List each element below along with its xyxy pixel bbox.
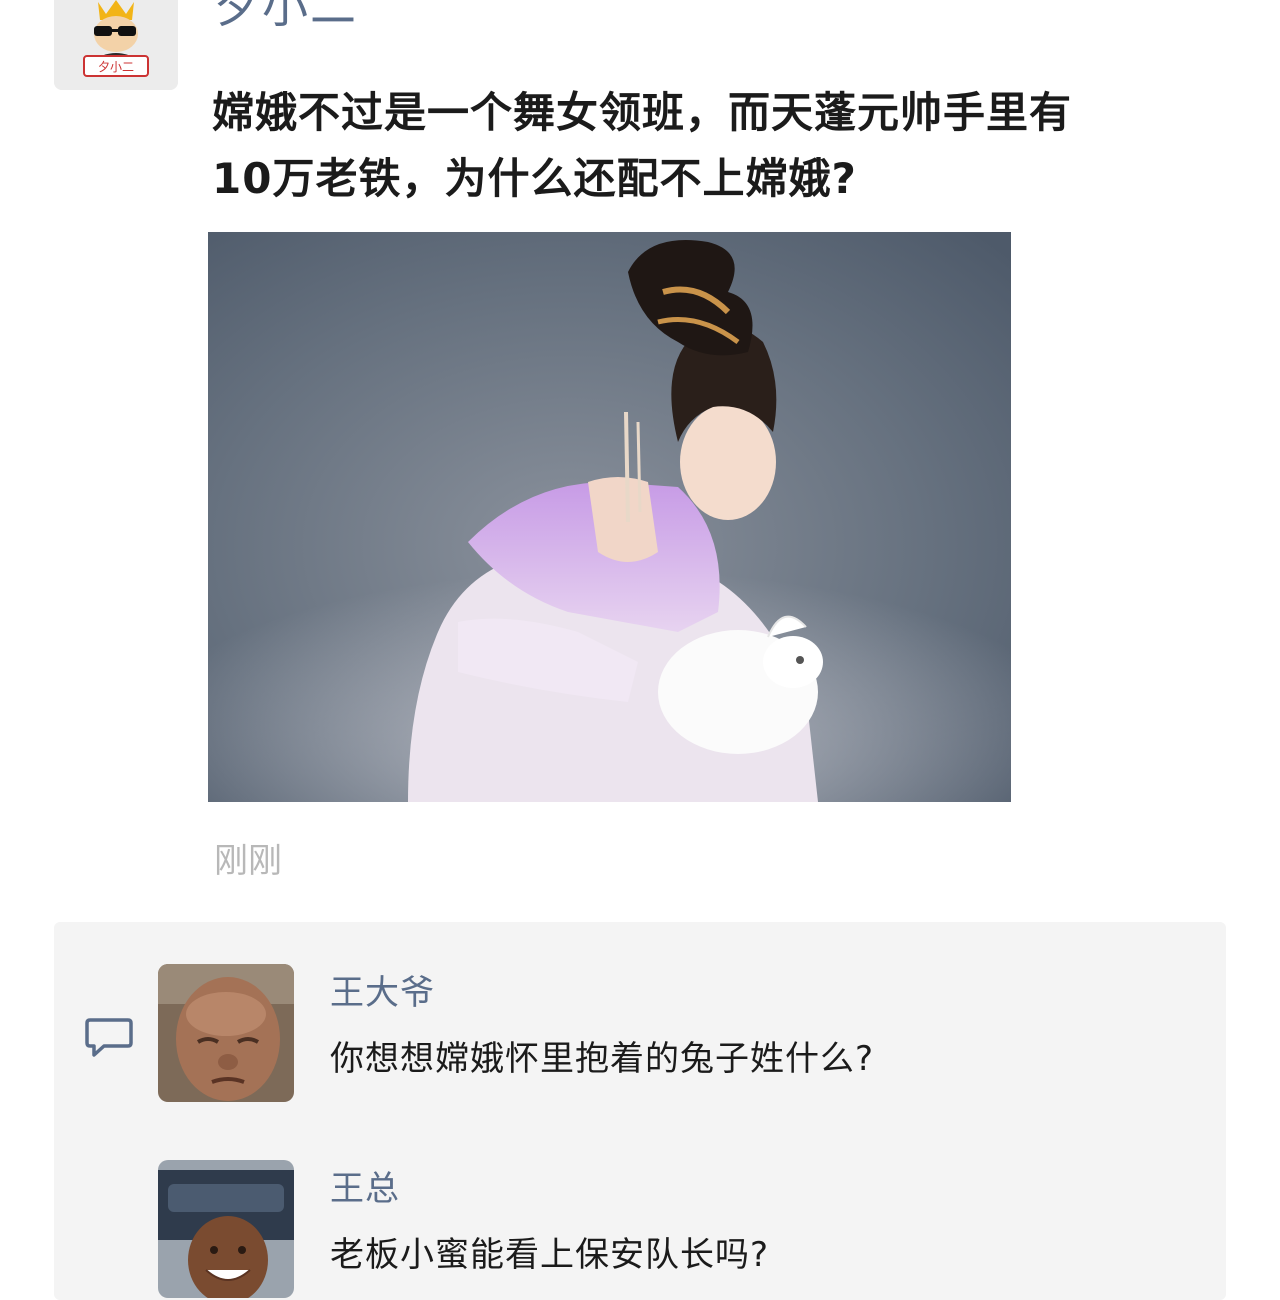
comment-avatar[interactable]: [158, 964, 294, 1102]
comment-avatar[interactable]: [158, 1160, 294, 1298]
comment-text: 你想想嫦娥怀里抱着的兔子姓什么?: [330, 1039, 875, 1079]
post-author-name[interactable]: 夕小二: [214, 0, 358, 34]
comment-author-name[interactable]: 王总: [330, 1164, 400, 1214]
post-text: 嫦娥不过是一个舞女领班，而天蓬元帅手里有 10万老铁，为什么还配不上嫦娥?: [212, 88, 1073, 203]
comment-author-name[interactable]: 王大爷: [330, 968, 435, 1018]
moments-post-page: 夕小二 夕小二 嫦娥不过是一个舞女领班，而天蓬元帅手里有 10万老铁，为什么还配…: [0, 0, 1280, 1300]
avatar-name-plate: 夕小二: [98, 60, 134, 74]
post-image[interactable]: [208, 232, 1011, 802]
comment-bubble-icon[interactable]: [84, 1016, 134, 1060]
post-timestamp: 刚刚: [214, 841, 282, 881]
comment-text: 老板小蜜能看上保安队长吗?: [330, 1235, 770, 1275]
post-author-avatar[interactable]: 夕小二: [54, 0, 178, 90]
